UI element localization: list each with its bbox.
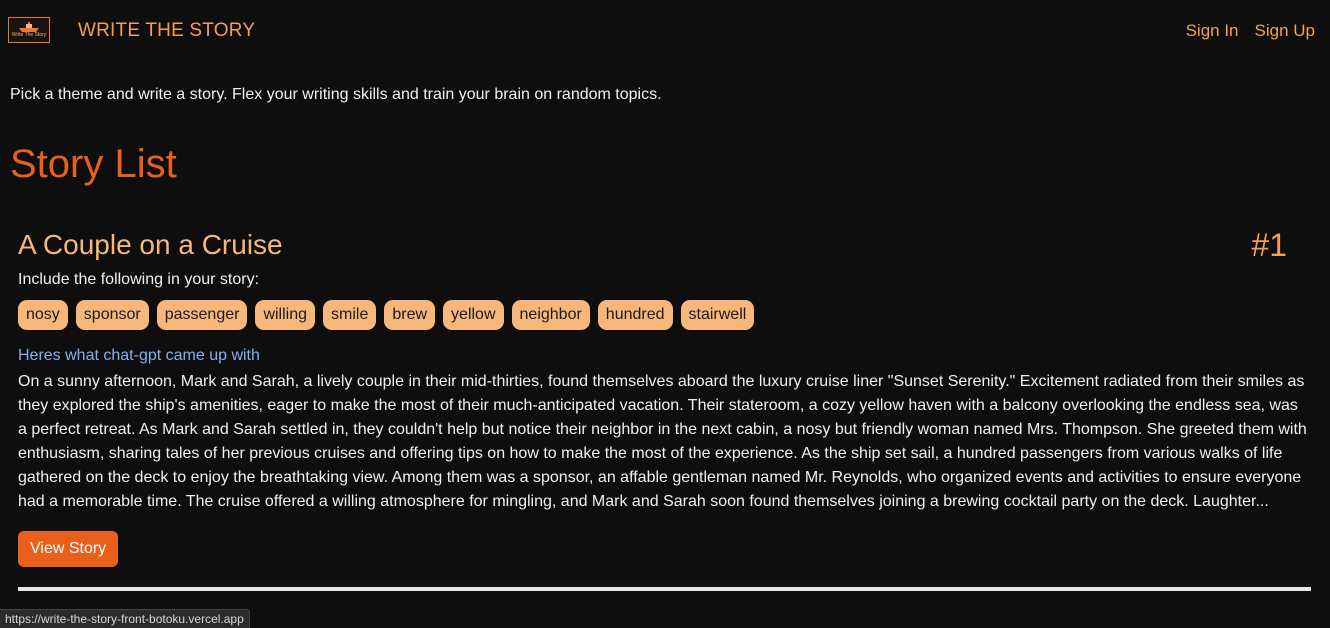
logo[interactable]: Write The Story — [8, 17, 50, 43]
view-story-button[interactable]: View Story — [18, 531, 119, 567]
tag-neighbor: neighbor — [511, 300, 590, 330]
tag-nosy: nosy — [18, 300, 68, 330]
include-label: Include the following in your story: — [18, 271, 260, 288]
tag-stairwell: stairwell — [680, 300, 755, 330]
divider — [18, 587, 1311, 591]
ship-icon — [19, 22, 39, 32]
tagline: Pick a theme and write a story. Flex you… — [10, 86, 662, 103]
logo-text: Write The Story — [11, 32, 47, 38]
story-card: A Couple on a Cruise #1 Include the foll… — [18, 226, 1311, 567]
tag-willing: willing — [255, 300, 316, 330]
page-title: Story List — [10, 142, 177, 186]
story-header: A Couple on a Cruise #1 — [18, 226, 1311, 266]
sign-up-link[interactable]: Sign Up — [1255, 21, 1315, 41]
story-number: #1 — [1251, 227, 1287, 263]
story-excerpt: On a sunny afternoon, Mark and Sarah, a … — [18, 373, 1307, 510]
navbar: Write The Story WRITE THE STORY Sign In … — [0, 0, 1330, 64]
story-title: A Couple on a Cruise — [18, 229, 283, 260]
tag-list: nosy sponsor passenger willing smile bre… — [18, 300, 1311, 330]
nav-links: Sign In Sign Up — [1186, 21, 1315, 41]
tag-passenger: passenger — [156, 300, 248, 330]
brand-title[interactable]: WRITE THE STORY — [78, 20, 255, 42]
tag-hundred: hundred — [597, 300, 673, 330]
tag-smile: smile — [323, 300, 377, 330]
sign-in-link[interactable]: Sign In — [1186, 21, 1239, 41]
tag-brew: brew — [384, 300, 436, 330]
status-url: https://write-the-story-front-botoku.ver… — [0, 609, 250, 628]
tag-sponsor: sponsor — [75, 300, 149, 330]
tag-yellow: yellow — [443, 300, 504, 330]
gpt-label: Heres what chat-gpt came up with — [18, 347, 260, 364]
